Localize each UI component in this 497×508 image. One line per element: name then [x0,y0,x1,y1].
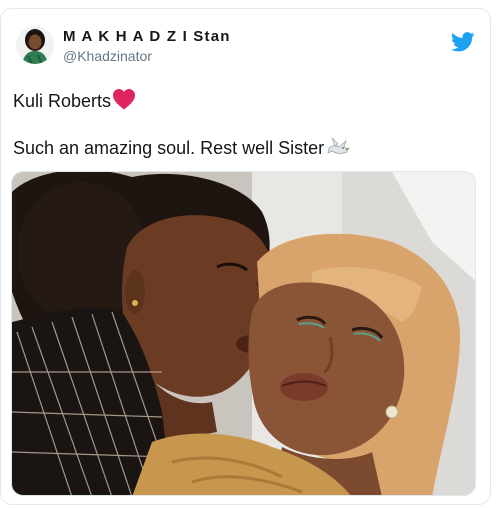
twitter-bird-icon[interactable] [451,32,475,52]
dove-icon [327,137,350,154]
user-handle[interactable]: @Khadzinator [63,47,231,65]
display-name[interactable]: M A K H A D Z I Stan [63,28,231,46]
tweet-text-message: Such an amazing soul. Rest well Sister [13,138,325,158]
tweet-header: M A K H A D Z I Stan @Khadzinator [13,22,483,72]
tweet-text-line1: Kuli Roberts [13,88,136,112]
avatar[interactable] [16,26,54,64]
tweet-text-line2: Such an amazing soul. Rest well Sister [13,136,350,159]
red-heart-icon [113,89,136,110]
tweet-text-name: Kuli Roberts [13,91,112,111]
tweet-card[interactable]: M A K H A D Z I Stan @Khadzinator Kuli R… [0,8,491,505]
author-names: M A K H A D Z I Stan @Khadzinator [63,28,231,65]
avatar-image [16,26,54,64]
photo-image [12,172,475,495]
tweet-photo[interactable] [11,171,476,496]
